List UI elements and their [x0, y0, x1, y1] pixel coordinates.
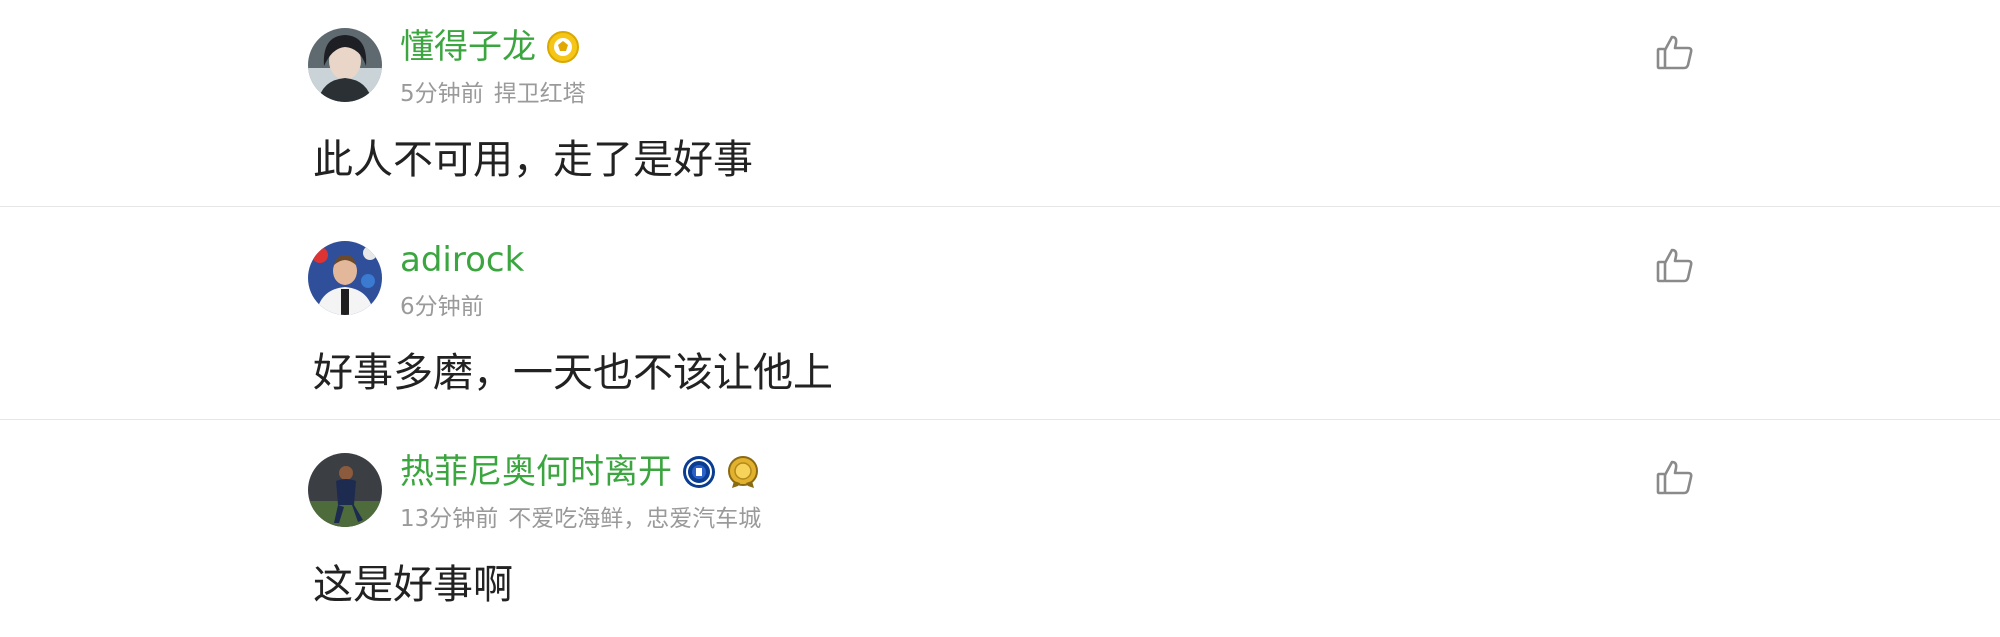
comment-item: adirock 6分钟前 好事多磨，一天也不该让他上	[0, 213, 2000, 425]
name-row: adirock	[400, 235, 524, 285]
username[interactable]: 懂得子龙	[400, 22, 536, 72]
comment-meta: 5分钟前 捍卫红塔	[400, 74, 586, 108]
name-row: 热菲尼奥何时离开	[400, 447, 760, 497]
comment-meta: 6分钟前	[400, 287, 484, 321]
gold-medal-icon	[726, 455, 760, 489]
comment-list: 懂得子龙 5分钟前 捍卫红塔 此人不可用，走了是好事 adirock 6分钟前 …	[0, 0, 2000, 622]
avatar[interactable]	[308, 241, 382, 315]
comment-item: 懂得子龙 5分钟前 捍卫红塔 此人不可用，走了是好事	[0, 0, 2000, 212]
username[interactable]: adirock	[400, 235, 524, 285]
avatar[interactable]	[308, 453, 382, 527]
comment-time: 6分钟前	[400, 294, 484, 320]
thumbs-up-icon[interactable]	[1655, 32, 1695, 72]
comment-text: 这是好事啊	[313, 562, 513, 608]
comment-text: 此人不可用，走了是好事	[313, 137, 753, 183]
user-signature: 捍卫红塔	[493, 81, 586, 107]
thumbs-up-icon[interactable]	[1655, 457, 1695, 497]
divider	[0, 206, 2000, 207]
comment-time: 13分钟前	[400, 506, 499, 532]
chelsea-crest-icon	[682, 455, 716, 489]
divider	[0, 419, 2000, 420]
comment-item: 热菲尼奥何时离开 13分钟前 不爱吃海鲜，忠爱汽车城 这是好事啊	[0, 425, 2000, 637]
user-signature: 不爱吃海鲜，忠爱汽车城	[508, 506, 762, 532]
comment-time: 5分钟前	[400, 81, 484, 107]
username[interactable]: 热菲尼奥何时离开	[400, 447, 672, 497]
gold-football-badge-icon	[546, 30, 580, 64]
comment-text: 好事多磨，一天也不该让他上	[313, 350, 833, 396]
name-row: 懂得子龙	[400, 22, 580, 72]
comment-meta: 13分钟前 不爱吃海鲜，忠爱汽车城	[400, 499, 761, 533]
thumbs-up-icon[interactable]	[1655, 245, 1695, 285]
avatar[interactable]	[308, 28, 382, 102]
